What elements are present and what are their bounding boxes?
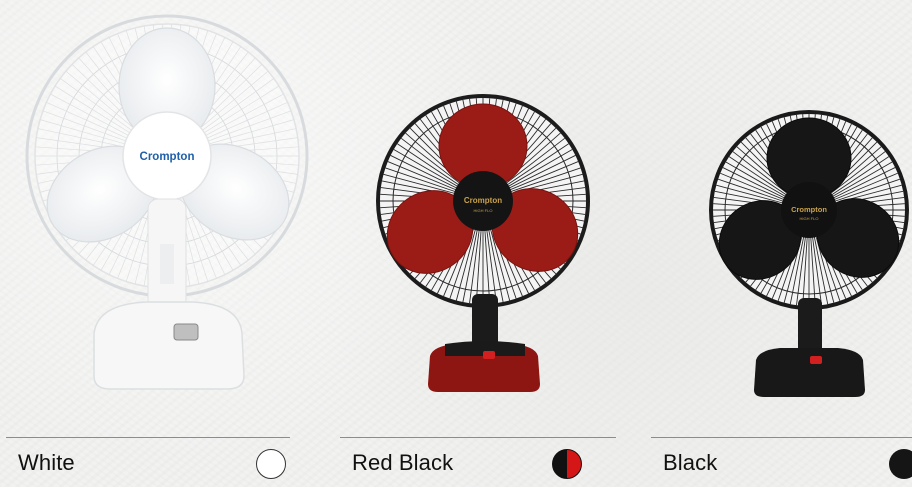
- black-fan-brand-logo: Crompton: [791, 205, 827, 214]
- red-fan-brand-logo: Crompton: [464, 196, 502, 205]
- color-option-label: White: [18, 449, 75, 475]
- red-fan-model-badge: HIGH FLO: [474, 208, 493, 213]
- red-black-swatch-icon: [552, 449, 582, 479]
- red-black-fan-image: Crompton HIGH FLO: [375, 94, 595, 394]
- color-option-label: Red Black: [352, 449, 454, 475]
- white-fan-brand-logo: Crompton: [140, 151, 195, 163]
- color-option-red-black[interactable]: Red Black: [340, 437, 616, 487]
- white-swatch-icon: [256, 449, 286, 479]
- black-swatch-icon: [889, 449, 912, 479]
- black-fan-image: Crompton HIGH FLO: [708, 110, 912, 400]
- color-option-label: Black: [663, 449, 718, 475]
- white-fan-image: Crompton: [22, 4, 312, 396]
- black-fan-model-badge: HIGH FLO: [800, 216, 819, 221]
- color-option-white[interactable]: White: [6, 437, 290, 487]
- color-option-black[interactable]: Black: [651, 437, 912, 487]
